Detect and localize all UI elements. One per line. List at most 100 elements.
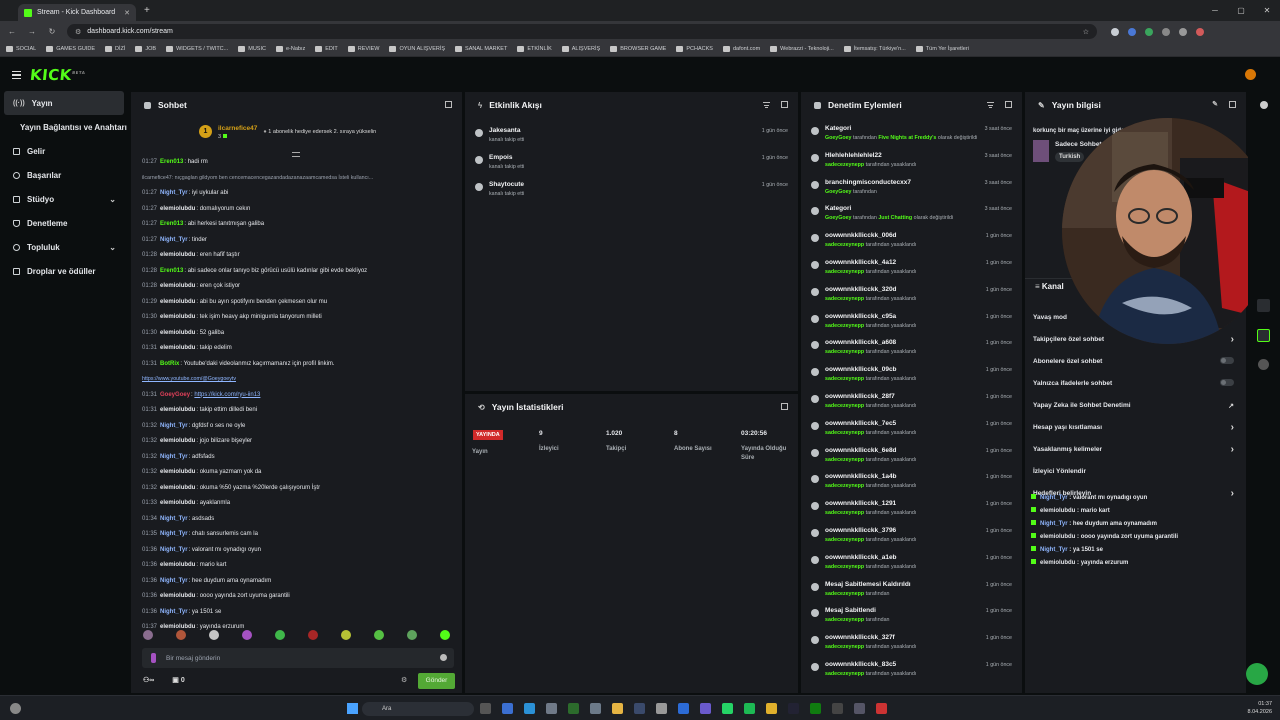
extension-icon[interactable] — [1128, 27, 1136, 36]
emote-icon[interactable] — [308, 630, 318, 640]
moderation-target[interactable]: oowwnnkkllicckk_4a12 — [825, 259, 896, 266]
chat-input[interactable]: Bir mesaj gönderin — [142, 648, 454, 668]
activity-user[interactable]: Jakesanta — [489, 127, 520, 134]
moderation-target[interactable]: oowwnnkkllicckk_327f — [825, 634, 895, 641]
moderator-name[interactable]: sadecezeynepp — [825, 269, 864, 275]
site-info-icon[interactable]: ⚙ — [75, 28, 81, 36]
moderation-item[interactable]: branchingmisconductecxx7 GoeyGoey tarafın… — [809, 178, 1014, 205]
moderation-target[interactable]: oowwnnkkllicckk_28f7 — [825, 393, 895, 400]
sidebar-item-gelir[interactable]: Gelir — [0, 139, 128, 163]
message-user[interactable]: elemiolubdu — [160, 330, 195, 336]
setting-row[interactable]: İzleyici Yönlendir — [1033, 468, 1238, 490]
folder-icon[interactable] — [612, 703, 623, 714]
xbox-icon[interactable] — [810, 703, 821, 714]
help-button[interactable] — [1246, 663, 1268, 685]
message-user[interactable]: Night_Tyr — [160, 190, 188, 196]
moderator-name[interactable]: GoeyGoey — [825, 135, 852, 141]
moderator-name[interactable]: sadecezeynepp — [825, 323, 864, 329]
user-avatar[interactable] — [1245, 69, 1256, 80]
app-icon[interactable] — [700, 703, 711, 714]
bookmark-item[interactable]: SOCIAL — [6, 46, 36, 52]
moderation-target[interactable]: oowwnnkkllicckk_1291 — [825, 500, 896, 507]
setting-row[interactable]: Hesap yaşı kısıtlaması › — [1033, 422, 1238, 446]
moderator-name[interactable]: sadecezeynepp — [825, 242, 864, 248]
moderator-name[interactable]: sadecezeynepp — [825, 296, 864, 302]
message-user[interactable]: elemiolubdu — [160, 206, 195, 212]
emote-icon[interactable] — [176, 630, 186, 640]
chrome-icon[interactable] — [766, 703, 777, 714]
back-icon[interactable]: ← — [7, 27, 17, 36]
moderator-name[interactable]: GoeyGoey — [825, 189, 852, 195]
bookmark-item[interactable]: ALIŞVERİŞ — [561, 46, 600, 52]
moderation-item[interactable]: oowwnnkkllicckk_1291 sadecezeynepp tarafı… — [809, 499, 1014, 526]
forward-icon[interactable]: → — [27, 27, 37, 36]
moderation-target[interactable]: Kategori — [825, 125, 851, 132]
emote-icon[interactable] — [374, 630, 384, 640]
setting-row[interactable]: Yapay Zeka ile Sohbet Denetimi ↗ — [1033, 402, 1238, 424]
bookmark-item[interactable]: MUSIC — [238, 46, 266, 52]
moderation-target[interactable]: Kategori — [825, 205, 851, 212]
message-user[interactable]: elemiolubdu — [160, 299, 195, 305]
points-indicator[interactable]: ▣ 0 — [172, 676, 184, 684]
pinned-user[interactable]: ilcarnefice47 — [218, 125, 257, 132]
moderation-item[interactable]: oowwnnkkllicckk_a1eb sadecezeynepp tarafı… — [809, 553, 1014, 580]
sidebar-item-droplar[interactable]: Droplar ve ödüller — [0, 259, 128, 283]
extension-icon[interactable] — [1179, 27, 1187, 36]
moderation-item[interactable]: Kategori GoeyGoey tarafından Just Chattin… — [809, 204, 1014, 231]
bookmark-item[interactable]: e-Nabız — [275, 46, 305, 52]
message-user[interactable]: elemiolubdu — [160, 485, 195, 491]
message-user[interactable]: elemiolubdu — [160, 593, 195, 599]
bookmark-item[interactable]: GAMES GUIDE — [46, 46, 95, 52]
bookmark-item[interactable]: BROWSER GAME — [610, 46, 666, 52]
moderator-name[interactable]: sadecezeynepp — [825, 162, 864, 168]
moderation-target[interactable]: oowwnnkkllicckk_83c5 — [825, 661, 896, 668]
message-user[interactable]: elemiolubdu — [160, 314, 195, 320]
moderator-name[interactable]: sadecezeynepp — [825, 430, 864, 436]
app-icon[interactable] — [590, 703, 601, 714]
rail-button[interactable] — [1257, 329, 1270, 342]
message-user[interactable]: BotRix — [160, 361, 179, 367]
bookmark-item[interactable]: ETKİNLİK — [517, 46, 552, 52]
app-icon[interactable] — [634, 703, 645, 714]
moderator-name[interactable]: sadecezeynepp — [825, 457, 864, 463]
message-user[interactable]: Eren013 — [160, 221, 183, 227]
close-window-icon[interactable]: ✕ — [1254, 0, 1280, 21]
bookmark-item[interactable]: İtemsatış: Türkiye'n... — [843, 46, 906, 52]
moderator-name[interactable]: sadecezeynepp — [825, 510, 864, 516]
app-icon[interactable] — [568, 703, 579, 714]
moderation-target[interactable]: branchingmisconductecxx7 — [825, 179, 911, 186]
setting-row[interactable]: Takipçilere özel sohbet › — [1033, 334, 1238, 358]
app-icon[interactable] — [656, 703, 667, 714]
external-link-icon[interactable]: ↗ — [1228, 402, 1234, 410]
message-user[interactable]: elemiolubdu — [160, 438, 195, 444]
setting-row[interactable]: Yasaklanmış kelimeler › — [1033, 444, 1238, 468]
emote-icon[interactable] — [143, 630, 153, 640]
app-icon[interactable] — [502, 703, 513, 714]
mini-chat-user[interactable]: Night_Tyr — [1040, 495, 1068, 501]
message-user[interactable]: Night_Tyr — [160, 531, 188, 537]
moderator-name[interactable]: sadecezeynepp — [825, 376, 864, 382]
moderation-target[interactable]: oowwnnkkllicckk_09cb — [825, 366, 897, 373]
moderation-item[interactable]: oowwnnkkllicckk_7ec5 sadecezeynepp tarafı… — [809, 419, 1014, 446]
bookmark-item[interactable]: DİZİ — [105, 46, 125, 52]
moderator-name[interactable]: sadecezeynepp — [825, 537, 864, 543]
message-user[interactable]: Night_Tyr — [160, 237, 188, 243]
chevron-right-icon[interactable]: › — [1231, 422, 1234, 433]
taskview-icon[interactable] — [480, 703, 491, 714]
message-user[interactable]: Eren013 — [160, 159, 183, 165]
app-icon[interactable] — [678, 703, 689, 714]
emote-icon[interactable] — [242, 630, 252, 640]
moderation-target[interactable]: oowwnnkkllicckk_a1eb — [825, 554, 897, 561]
emote-icon[interactable] — [275, 630, 285, 640]
moderation-target[interactable]: Mesaj Sabitlendi — [825, 607, 876, 614]
moderation-item[interactable]: oowwnnkkllicckk_28f7 sadecezeynepp tarafı… — [809, 392, 1014, 419]
moderation-target[interactable]: oowwnnkkllicckk_c95a — [825, 313, 896, 320]
kick-logo[interactable]: KICKBETA — [29, 66, 86, 84]
moderator-name[interactable]: sadecezeynepp — [825, 591, 864, 597]
activity-user[interactable]: Shaytocute — [489, 181, 524, 188]
mini-chat-user[interactable]: elemiolubdu — [1040, 508, 1075, 514]
app-icon[interactable] — [876, 703, 887, 714]
moderation-target[interactable]: oowwnnkkllicckk_6e8d — [825, 447, 897, 454]
moderator-name[interactable]: sadecezeynepp — [825, 349, 864, 355]
moderation-target[interactable]: Mesaj Sabitlemesi Kaldırıldı — [825, 581, 911, 588]
